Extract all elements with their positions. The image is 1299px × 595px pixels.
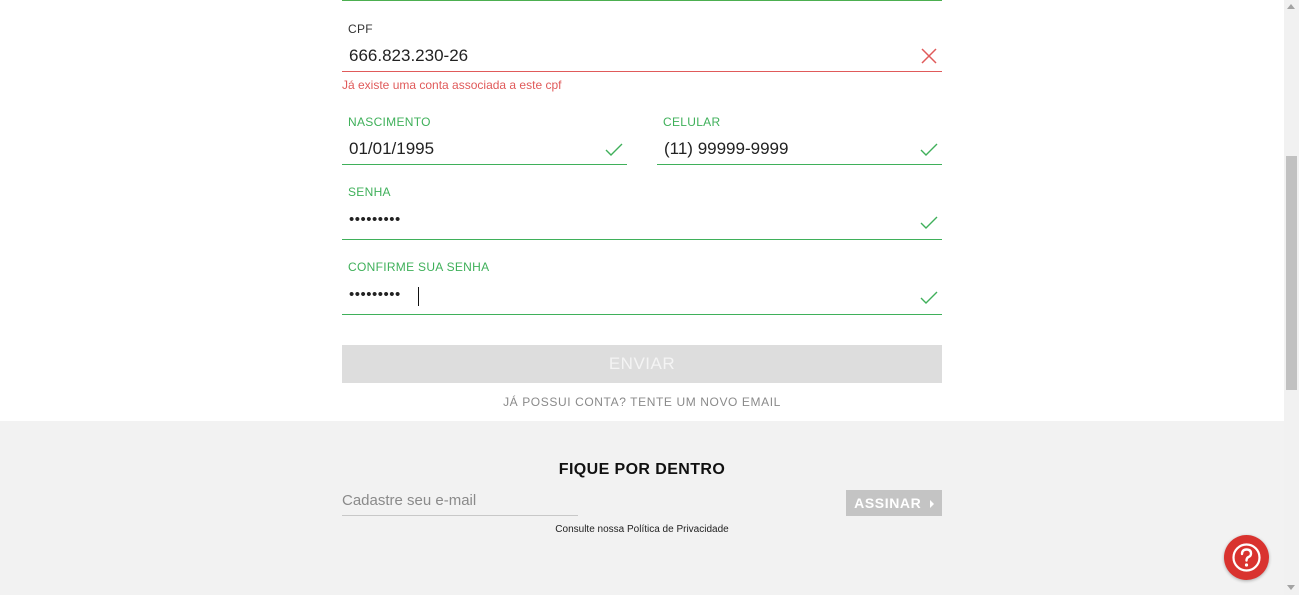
nascimento-underline [342, 164, 627, 165]
text-caret [418, 287, 419, 306]
submit-button[interactable]: ENVIAR [342, 345, 942, 383]
cpf-label: CPF [348, 22, 373, 36]
scroll-down-arrow-icon[interactable] [1287, 585, 1295, 590]
newsletter-footer: FIQUE POR DENTRO Cadastre seu e-mail ASS… [0, 421, 1284, 595]
help-button[interactable] [1224, 535, 1269, 580]
subscribe-button[interactable]: ASSINAR [846, 490, 942, 516]
newsletter-title: FIQUE POR DENTRO [558, 461, 726, 478]
senha-underline [342, 239, 942, 240]
signup-page: CPF 666.823.230-26 Já existe uma conta a… [0, 0, 1284, 595]
login-link[interactable]: JÁ POSSUI CONTA? TENTE UM NOVO EMAIL [342, 395, 942, 409]
senha-label: SENHA [348, 185, 391, 199]
scrollbar-thumb[interactable] [1286, 156, 1297, 390]
previous-field-underline [342, 0, 942, 1]
privacy-policy-link[interactable]: Consulte nossa Política de Privacidade [342, 524, 942, 535]
nascimento-input[interactable]: 01/01/1995 [349, 139, 434, 159]
caret-right-icon [929, 500, 934, 509]
celular-label: CELULAR [663, 115, 721, 129]
confirme-senha-input[interactable]: ••••••••• [349, 286, 401, 303]
check-icon [919, 213, 939, 233]
nascimento-label: NASCIMENTO [348, 115, 431, 129]
cpf-underline [342, 71, 942, 72]
celular-underline [657, 164, 942, 165]
question-icon [1232, 543, 1261, 572]
check-icon [919, 140, 939, 160]
confirme-senha-underline [342, 314, 942, 315]
check-icon [919, 288, 939, 308]
check-icon [604, 140, 624, 160]
newsletter-email-input[interactable]: Cadastre seu e-mail [342, 489, 578, 516]
cpf-error-message: Já existe uma conta associada a este cpf [342, 78, 562, 92]
celular-input[interactable]: (11) 99999-9999 [664, 139, 788, 159]
senha-input[interactable]: ••••••••• [349, 211, 401, 228]
cpf-input[interactable]: 666.823.230-26 [349, 46, 468, 66]
confirme-senha-label: CONFIRME SUA SENHA [348, 260, 490, 274]
subscribe-label: ASSINAR [854, 495, 922, 511]
clear-icon[interactable] [919, 46, 939, 66]
scroll-up-arrow-icon[interactable] [1287, 4, 1295, 9]
